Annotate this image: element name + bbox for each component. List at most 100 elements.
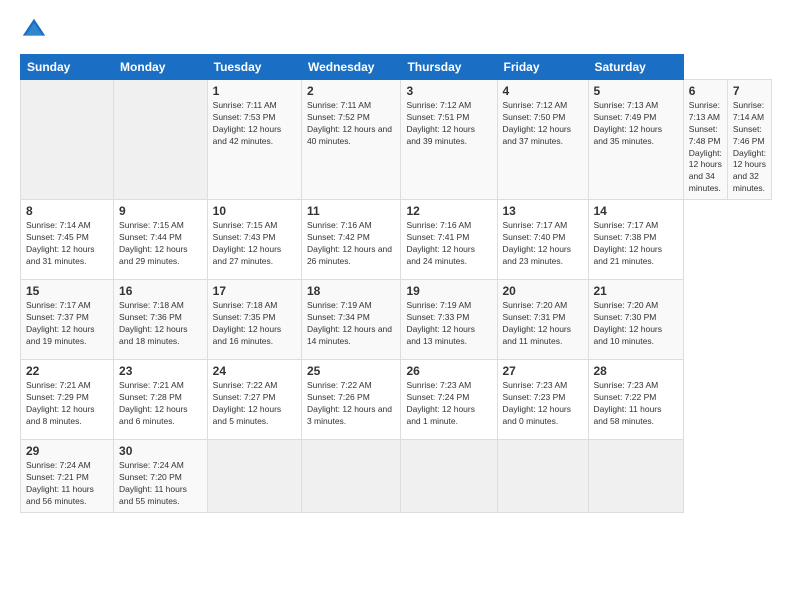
day-number: 25 <box>307 364 396 378</box>
calendar-cell: 12 Sunrise: 7:16 AMSunset: 7:41 PMDayligh… <box>401 200 497 280</box>
day-number: 1 <box>213 84 296 98</box>
day-info: Sunrise: 7:12 AMSunset: 7:50 PMDaylight:… <box>503 100 583 148</box>
calendar-cell: 16 Sunrise: 7:18 AMSunset: 7:36 PMDayligh… <box>114 280 208 360</box>
day-info: Sunrise: 7:21 AMSunset: 7:29 PMDaylight:… <box>26 380 108 428</box>
day-number: 23 <box>119 364 202 378</box>
calendar-cell: 6Sunrise: 7:13 AMSunset: 7:48 PMDaylight… <box>683 80 727 200</box>
weekday-header-tuesday: Tuesday <box>207 55 301 80</box>
day-number: 8 <box>26 204 108 218</box>
calendar-cell: 15 Sunrise: 7:17 AMSunset: 7:37 PMDayligh… <box>21 280 114 360</box>
calendar-cell: 17 Sunrise: 7:18 AMSunset: 7:35 PMDayligh… <box>207 280 301 360</box>
day-number: 7 <box>733 84 766 98</box>
day-info: Sunrise: 7:12 AMSunset: 7:51 PMDaylight:… <box>406 100 491 148</box>
calendar-cell: 28 Sunrise: 7:23 AMSunset: 7:22 PMDayligh… <box>588 360 683 440</box>
calendar-cell: 26 Sunrise: 7:23 AMSunset: 7:24 PMDayligh… <box>401 360 497 440</box>
day-info: Sunrise: 7:20 AMSunset: 7:31 PMDaylight:… <box>503 300 583 348</box>
weekday-header-sunday: Sunday <box>21 55 114 80</box>
day-info: Sunrise: 7:16 AMSunset: 7:41 PMDaylight:… <box>406 220 491 268</box>
day-info: Sunrise: 7:17 AMSunset: 7:40 PMDaylight:… <box>503 220 583 268</box>
day-number: 15 <box>26 284 108 298</box>
day-info: Sunrise: 7:14 AMSunset: 7:45 PMDaylight:… <box>26 220 108 268</box>
day-info: Sunrise: 7:15 AMSunset: 7:44 PMDaylight:… <box>119 220 202 268</box>
weekday-header-saturday: Saturday <box>588 55 683 80</box>
day-number: 12 <box>406 204 491 218</box>
day-number: 17 <box>213 284 296 298</box>
day-info: Sunrise: 7:13 AMSunset: 7:49 PMDaylight:… <box>594 100 678 148</box>
day-number: 6 <box>689 84 722 98</box>
weekday-header-wednesday: Wednesday <box>301 55 401 80</box>
day-info: Sunrise: 7:17 AMSunset: 7:38 PMDaylight:… <box>594 220 678 268</box>
calendar-cell: 2 Sunrise: 7:11 AMSunset: 7:52 PMDaylight… <box>301 80 401 200</box>
calendar-cell <box>588 440 683 513</box>
day-number: 2 <box>307 84 396 98</box>
empty-cell <box>21 80 114 200</box>
calendar-cell: 13 Sunrise: 7:17 AMSunset: 7:40 PMDayligh… <box>497 200 588 280</box>
empty-cell <box>114 80 208 200</box>
day-number: 5 <box>594 84 678 98</box>
day-info: Sunrise: 7:14 AMSunset: 7:46 PMDaylight:… <box>733 100 766 195</box>
day-number: 14 <box>594 204 678 218</box>
day-info: Sunrise: 7:24 AMSunset: 7:20 PMDaylight:… <box>119 460 202 508</box>
calendar-cell: 3 Sunrise: 7:12 AMSunset: 7:51 PMDaylight… <box>401 80 497 200</box>
day-number: 20 <box>503 284 583 298</box>
day-number: 30 <box>119 444 202 458</box>
day-info: Sunrise: 7:22 AMSunset: 7:26 PMDaylight:… <box>307 380 396 428</box>
calendar-cell: 25 Sunrise: 7:22 AMSunset: 7:26 PMDayligh… <box>301 360 401 440</box>
day-number: 21 <box>594 284 678 298</box>
logo-icon <box>20 16 48 44</box>
day-number: 11 <box>307 204 396 218</box>
day-number: 29 <box>26 444 108 458</box>
calendar-cell: 21 Sunrise: 7:20 AMSunset: 7:30 PMDayligh… <box>588 280 683 360</box>
day-info: Sunrise: 7:15 AMSunset: 7:43 PMDaylight:… <box>213 220 296 268</box>
day-number: 19 <box>406 284 491 298</box>
day-info: Sunrise: 7:21 AMSunset: 7:28 PMDaylight:… <box>119 380 202 428</box>
calendar-cell: 24 Sunrise: 7:22 AMSunset: 7:27 PMDayligh… <box>207 360 301 440</box>
day-number: 9 <box>119 204 202 218</box>
day-number: 18 <box>307 284 396 298</box>
calendar-cell: 10 Sunrise: 7:15 AMSunset: 7:43 PMDayligh… <box>207 200 301 280</box>
day-number: 10 <box>213 204 296 218</box>
calendar-cell: 7 Sunrise: 7:14 AMSunset: 7:46 PMDaylight… <box>727 80 771 200</box>
day-info: Sunrise: 7:22 AMSunset: 7:27 PMDaylight:… <box>213 380 296 428</box>
day-info: Sunrise: 7:23 AMSunset: 7:22 PMDaylight:… <box>594 380 678 428</box>
calendar-cell: 18 Sunrise: 7:19 AMSunset: 7:34 PMDayligh… <box>301 280 401 360</box>
day-info: Sunrise: 7:16 AMSunset: 7:42 PMDaylight:… <box>307 220 396 268</box>
day-info: Sunrise: 7:23 AMSunset: 7:24 PMDaylight:… <box>406 380 491 428</box>
calendar-cell <box>401 440 497 513</box>
calendar-cell: 8 Sunrise: 7:14 AMSunset: 7:45 PMDaylight… <box>21 200 114 280</box>
day-info: Sunrise: 7:20 AMSunset: 7:30 PMDaylight:… <box>594 300 678 348</box>
weekday-header-friday: Friday <box>497 55 588 80</box>
day-info: Sunrise: 7:17 AMSunset: 7:37 PMDaylight:… <box>26 300 108 348</box>
calendar-cell <box>207 440 301 513</box>
day-info: Sunrise: 7:24 AMSunset: 7:21 PMDaylight:… <box>26 460 108 508</box>
day-number: 26 <box>406 364 491 378</box>
day-number: 3 <box>406 84 491 98</box>
day-info: Sunrise: 7:23 AMSunset: 7:23 PMDaylight:… <box>503 380 583 428</box>
calendar-cell: 20 Sunrise: 7:20 AMSunset: 7:31 PMDayligh… <box>497 280 588 360</box>
day-number: 24 <box>213 364 296 378</box>
calendar-cell: 5 Sunrise: 7:13 AMSunset: 7:49 PMDaylight… <box>588 80 683 200</box>
calendar-cell: 27 Sunrise: 7:23 AMSunset: 7:23 PMDayligh… <box>497 360 588 440</box>
day-info: Sunrise: 7:18 AMSunset: 7:35 PMDaylight:… <box>213 300 296 348</box>
logo <box>20 16 52 44</box>
day-number: 28 <box>594 364 678 378</box>
day-info: Sunrise: 7:18 AMSunset: 7:36 PMDaylight:… <box>119 300 202 348</box>
day-number: 4 <box>503 84 583 98</box>
day-info: Sunrise: 7:11 AMSunset: 7:52 PMDaylight:… <box>307 100 396 148</box>
day-number: 22 <box>26 364 108 378</box>
day-number: 16 <box>119 284 202 298</box>
weekday-header-thursday: Thursday <box>401 55 497 80</box>
weekday-header-monday: Monday <box>114 55 208 80</box>
day-info: Sunrise: 7:19 AMSunset: 7:34 PMDaylight:… <box>307 300 396 348</box>
day-info: Sunrise: 7:11 AMSunset: 7:53 PMDaylight:… <box>213 100 296 148</box>
page-header <box>20 16 772 44</box>
calendar-cell: 9 Sunrise: 7:15 AMSunset: 7:44 PMDaylight… <box>114 200 208 280</box>
day-number: 13 <box>503 204 583 218</box>
day-info: Sunrise: 7:19 AMSunset: 7:33 PMDaylight:… <box>406 300 491 348</box>
calendar-cell: 4 Sunrise: 7:12 AMSunset: 7:50 PMDaylight… <box>497 80 588 200</box>
calendar-cell <box>497 440 588 513</box>
calendar-cell: 22 Sunrise: 7:21 AMSunset: 7:29 PMDayligh… <box>21 360 114 440</box>
calendar-cell: 1 Sunrise: 7:11 AMSunset: 7:53 PMDaylight… <box>207 80 301 200</box>
day-number: 27 <box>503 364 583 378</box>
weekday-header-row: SundayMondayTuesdayWednesdayThursdayFrid… <box>21 55 772 80</box>
